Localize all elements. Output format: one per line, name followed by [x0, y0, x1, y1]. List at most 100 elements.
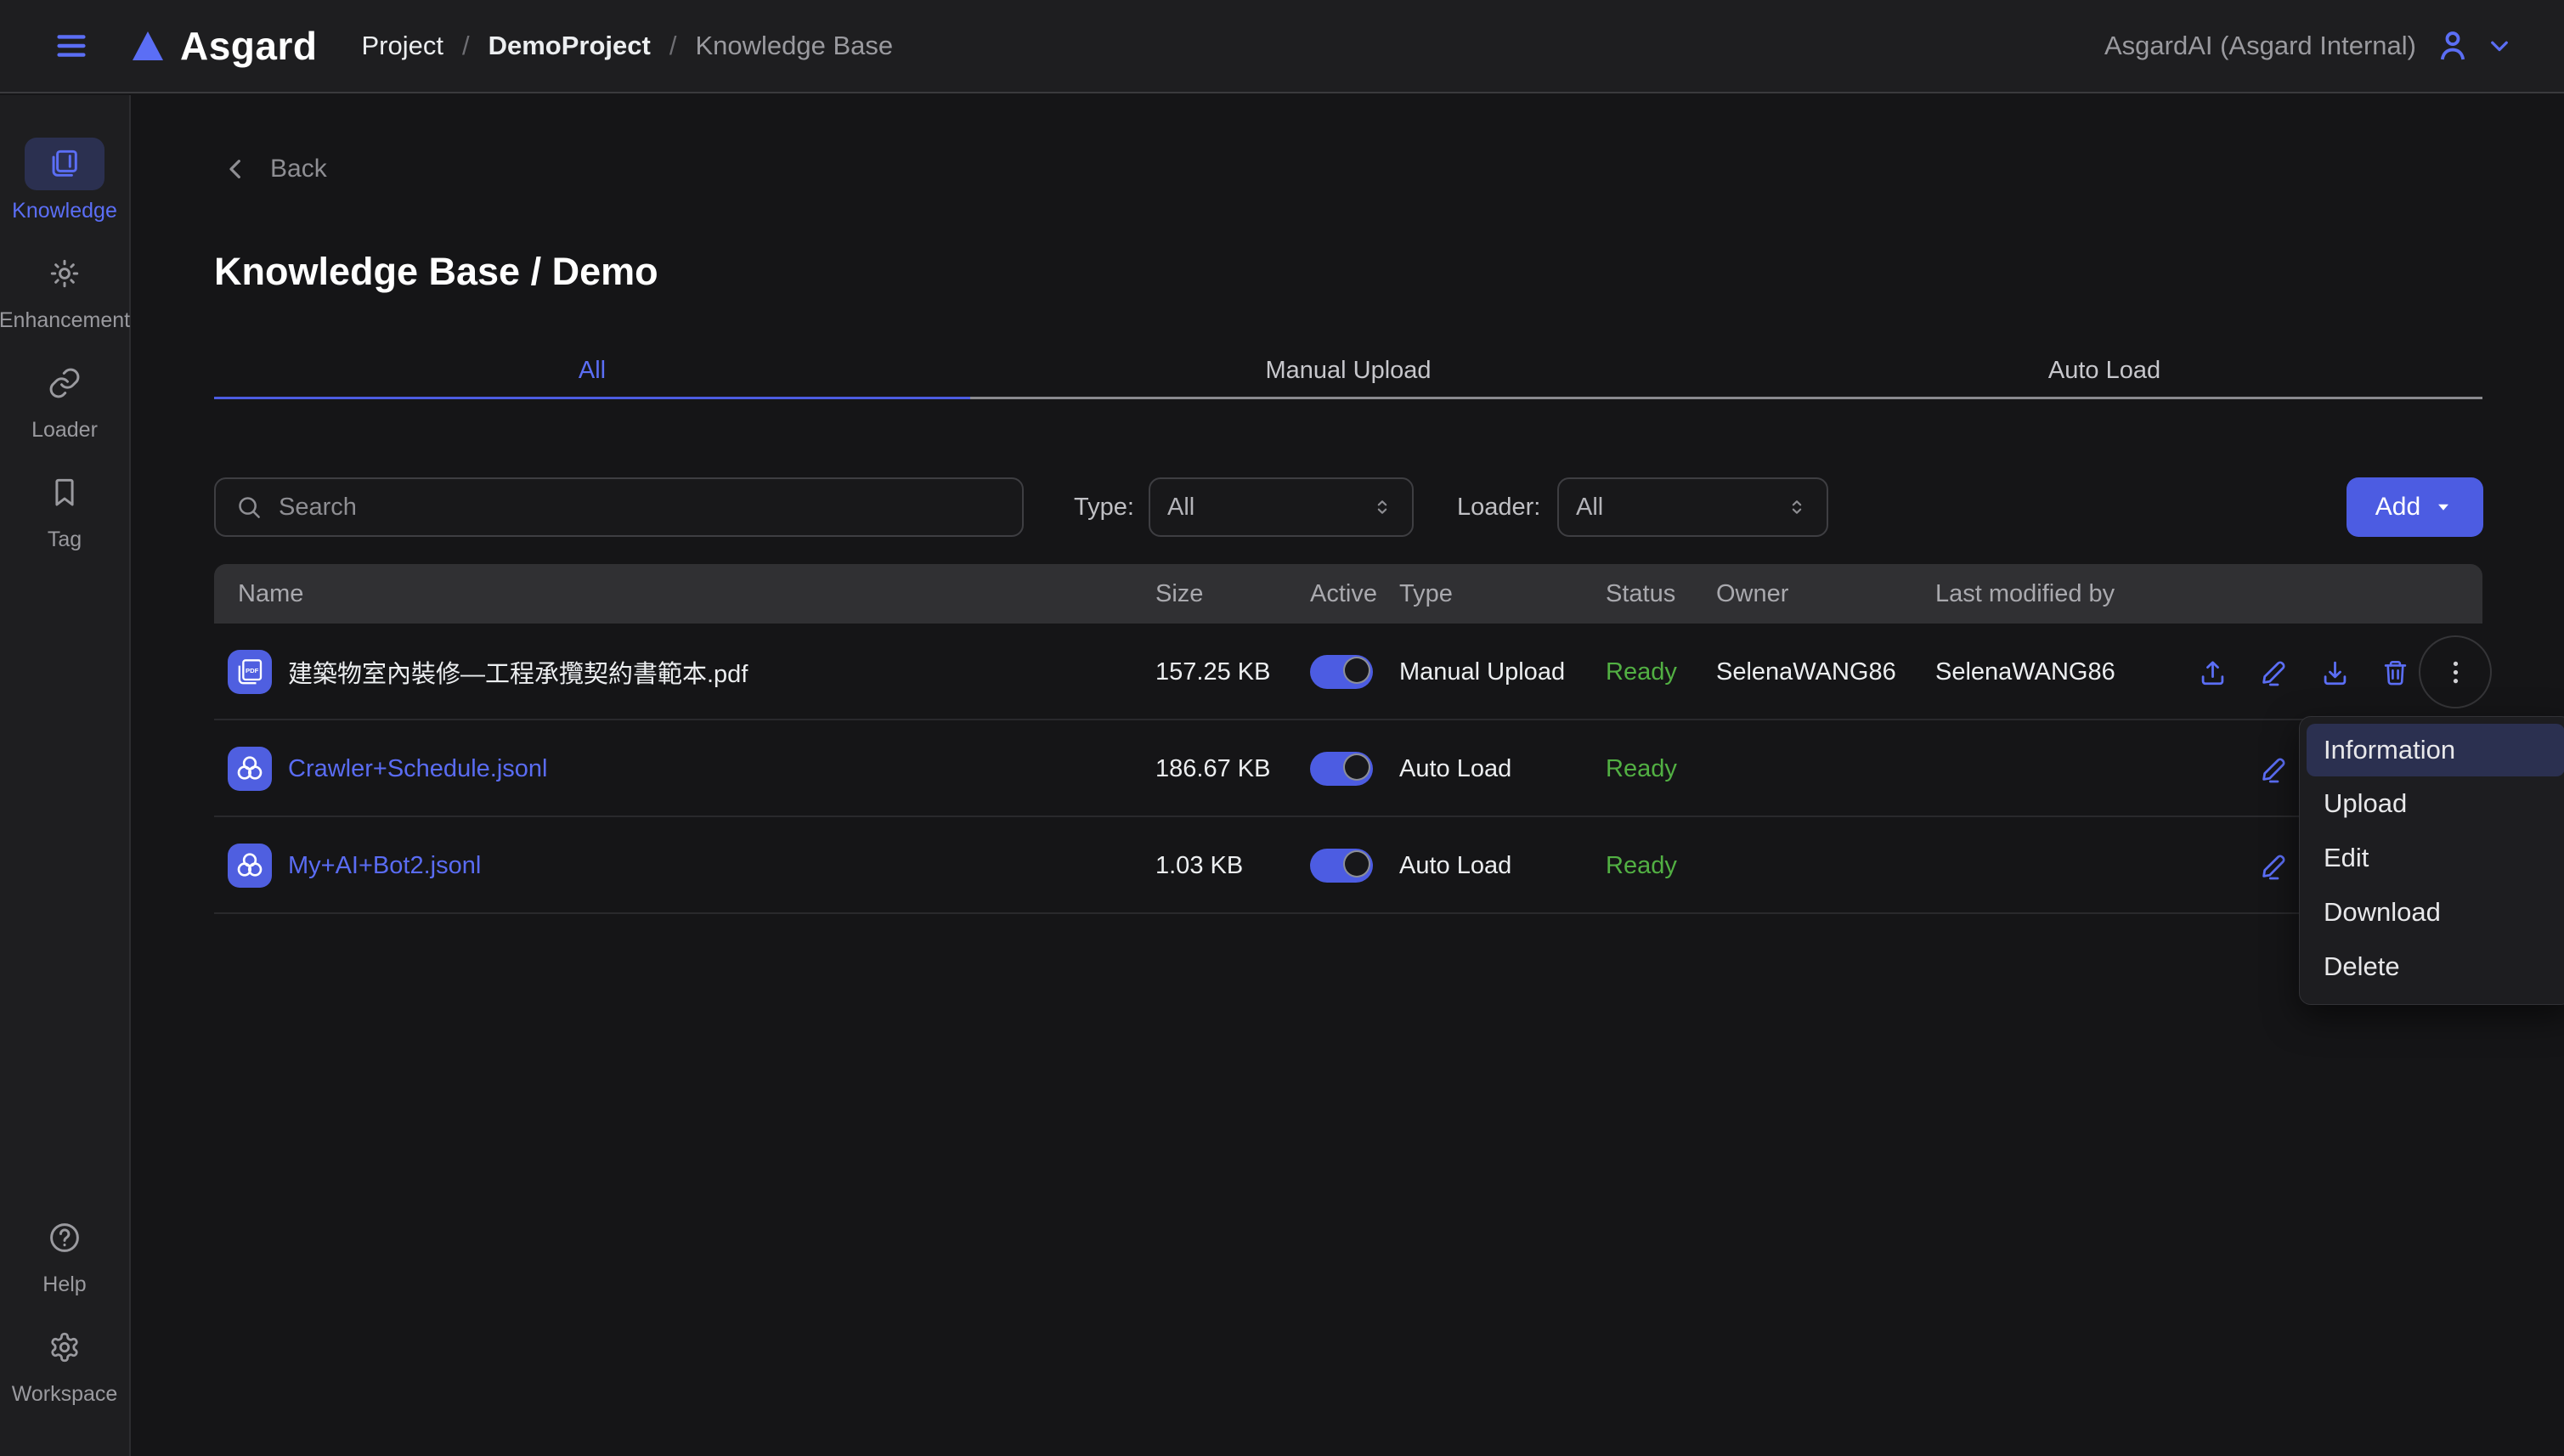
- edit-icon: [2258, 850, 2290, 882]
- sidebar-tile-help: [25, 1211, 104, 1264]
- sidebar-item-label: Knowledge: [12, 199, 117, 223]
- sun-icon: [47, 256, 82, 291]
- column-header-size: Size: [1155, 564, 1203, 624]
- gear-icon: [47, 1329, 82, 1365]
- column-header-status: Status: [1606, 564, 1675, 624]
- delete-icon: [2380, 657, 2411, 688]
- chevron-up-down-icon: [1370, 494, 1395, 520]
- edit-icon: [2258, 753, 2290, 785]
- sidebar-item-knowledge[interactable]: Knowledge: [12, 138, 117, 223]
- book-icon: [47, 146, 82, 182]
- app-logo: Asgard: [127, 23, 317, 69]
- sidebar-item-tag[interactable]: Tag: [25, 466, 104, 552]
- link-icon: [47, 365, 82, 401]
- row-actions: [214, 624, 2482, 720]
- sidebar-tile-loader: [25, 357, 104, 409]
- sidebar-item-label: Workspace: [12, 1382, 118, 1407]
- menu-item-information[interactable]: Information: [2307, 724, 2564, 776]
- edit-button[interactable]: [2255, 750, 2292, 787]
- user-icon: [2433, 26, 2472, 65]
- filter-bar: Type: All Loader: All Add: [0, 477, 2564, 537]
- upload-button[interactable]: [2194, 653, 2231, 691]
- upload-icon: [2197, 657, 2228, 688]
- hamburger-menu-button[interactable]: [49, 24, 93, 68]
- type-filter-label: Type:: [1074, 477, 1134, 537]
- search-input[interactable]: [279, 494, 1003, 522]
- menu-item-edit[interactable]: Edit: [2307, 831, 2564, 885]
- tab-all[interactable]: All: [214, 345, 970, 397]
- bookmark-icon: [47, 475, 82, 511]
- menu-item-upload[interactable]: Upload: [2307, 776, 2564, 831]
- sidebar-item-label: Loader: [31, 418, 98, 443]
- breadcrumb-item-knowledge-base: Knowledge Base: [695, 31, 893, 61]
- question-icon: [47, 1220, 82, 1256]
- app-header: Asgard Project / DemoProject / Knowledge Bas…: [0, 0, 2564, 93]
- tab-bar: AllManual UploadAuto Load: [214, 345, 2482, 399]
- breadcrumb: Project / DemoProject / Knowledge Base: [361, 31, 893, 61]
- search-box[interactable]: [214, 477, 1024, 537]
- chevron-down-icon: [2484, 31, 2515, 61]
- back-label: Back: [270, 155, 327, 183]
- sidebar-item-help[interactable]: Help: [25, 1211, 104, 1297]
- header-right: AsgardAI (Asgard Internal): [2104, 26, 2515, 65]
- row-actions: [214, 720, 2482, 817]
- sidebar-footer: Help Workspace: [12, 1211, 118, 1456]
- tab-auto-load[interactable]: Auto Load: [1726, 345, 2482, 397]
- column-header-last: Last modified by: [1935, 564, 2115, 624]
- chevron-up-down-icon: [1784, 494, 1810, 520]
- sidebar-tile-workspace: [25, 1321, 104, 1374]
- table-row: My+AI+Bot2.jsonl1.03 KBAuto LoadReady: [214, 817, 2482, 914]
- loader-filter-value: All: [1576, 494, 1603, 522]
- row-context-menu: InformationUploadEditDownloadDelete: [2299, 716, 2564, 1005]
- edit-button[interactable]: [2255, 653, 2292, 691]
- menu-item-delete[interactable]: Delete: [2307, 940, 2564, 994]
- add-button[interactable]: Add: [2347, 477, 2483, 537]
- edit-button[interactable]: [2255, 847, 2292, 884]
- hamburger-icon: [52, 26, 91, 65]
- tab-manual-upload[interactable]: Manual Upload: [970, 345, 1726, 397]
- logo-triangle-icon: [127, 25, 168, 66]
- sidebar-item-label: Tag: [48, 528, 82, 552]
- loader-filter-label: Loader:: [1457, 477, 1540, 537]
- knowledge-table: Name Size Active Type Status Owner Last modifi…: [214, 564, 2482, 914]
- sidebar-item-workspace[interactable]: Workspace: [12, 1321, 118, 1407]
- search-icon: [234, 493, 263, 522]
- caret-down-icon: [2432, 496, 2454, 518]
- download-button[interactable]: [2316, 653, 2353, 691]
- sidebar-item-loader[interactable]: Loader: [25, 357, 104, 443]
- add-button-label: Add: [2375, 493, 2420, 522]
- breadcrumb-separator: /: [669, 31, 677, 61]
- column-header-owner: Owner: [1716, 564, 1788, 624]
- table-row: Crawler+Schedule.jsonl186.67 KBAuto Load…: [214, 720, 2482, 817]
- delete-button[interactable]: [2376, 653, 2414, 691]
- sidebar-tile-enhancement: [25, 247, 104, 300]
- sidebar-item-label: Enhancement: [0, 308, 130, 333]
- edit-icon: [2258, 657, 2290, 688]
- back-button[interactable]: Back: [223, 155, 327, 183]
- more-icon: [2440, 657, 2471, 688]
- account-label: AsgardAI (Asgard Internal): [2104, 31, 2416, 61]
- download-icon: [2319, 657, 2351, 688]
- sidebar: Knowledge Enhancement Loader Tag Help Worksp…: [0, 95, 131, 1456]
- breadcrumb-separator: /: [462, 31, 470, 61]
- column-header-active: Active: [1310, 564, 1377, 624]
- sidebar-item-enhancement[interactable]: Enhancement: [0, 247, 130, 333]
- sidebar-item-label: Help: [42, 1273, 86, 1297]
- loader-filter-select[interactable]: All: [1557, 477, 1828, 537]
- sidebar-tile-tag: [25, 466, 104, 519]
- chevron-left-icon: [223, 155, 250, 183]
- page-title: Knowledge Base / Demo: [214, 250, 658, 294]
- type-filter-select[interactable]: All: [1149, 477, 1414, 537]
- column-header-type: Type: [1399, 564, 1453, 624]
- column-header-name: Name: [238, 564, 303, 624]
- sidebar-nav: Knowledge Enhancement Loader Tag: [0, 138, 130, 552]
- menu-item-download[interactable]: Download: [2307, 885, 2564, 940]
- more-button[interactable]: [2437, 653, 2474, 691]
- breadcrumb-item-project[interactable]: Project: [361, 31, 443, 61]
- table-header: Name Size Active Type Status Owner Last modifi…: [214, 564, 2482, 624]
- row-actions: [214, 817, 2482, 914]
- sidebar-tile-knowledge: [25, 138, 104, 190]
- logo-text: Asgard: [180, 23, 317, 69]
- breadcrumb-item-demoproject[interactable]: DemoProject: [489, 31, 651, 61]
- account-menu-button[interactable]: [2433, 26, 2515, 65]
